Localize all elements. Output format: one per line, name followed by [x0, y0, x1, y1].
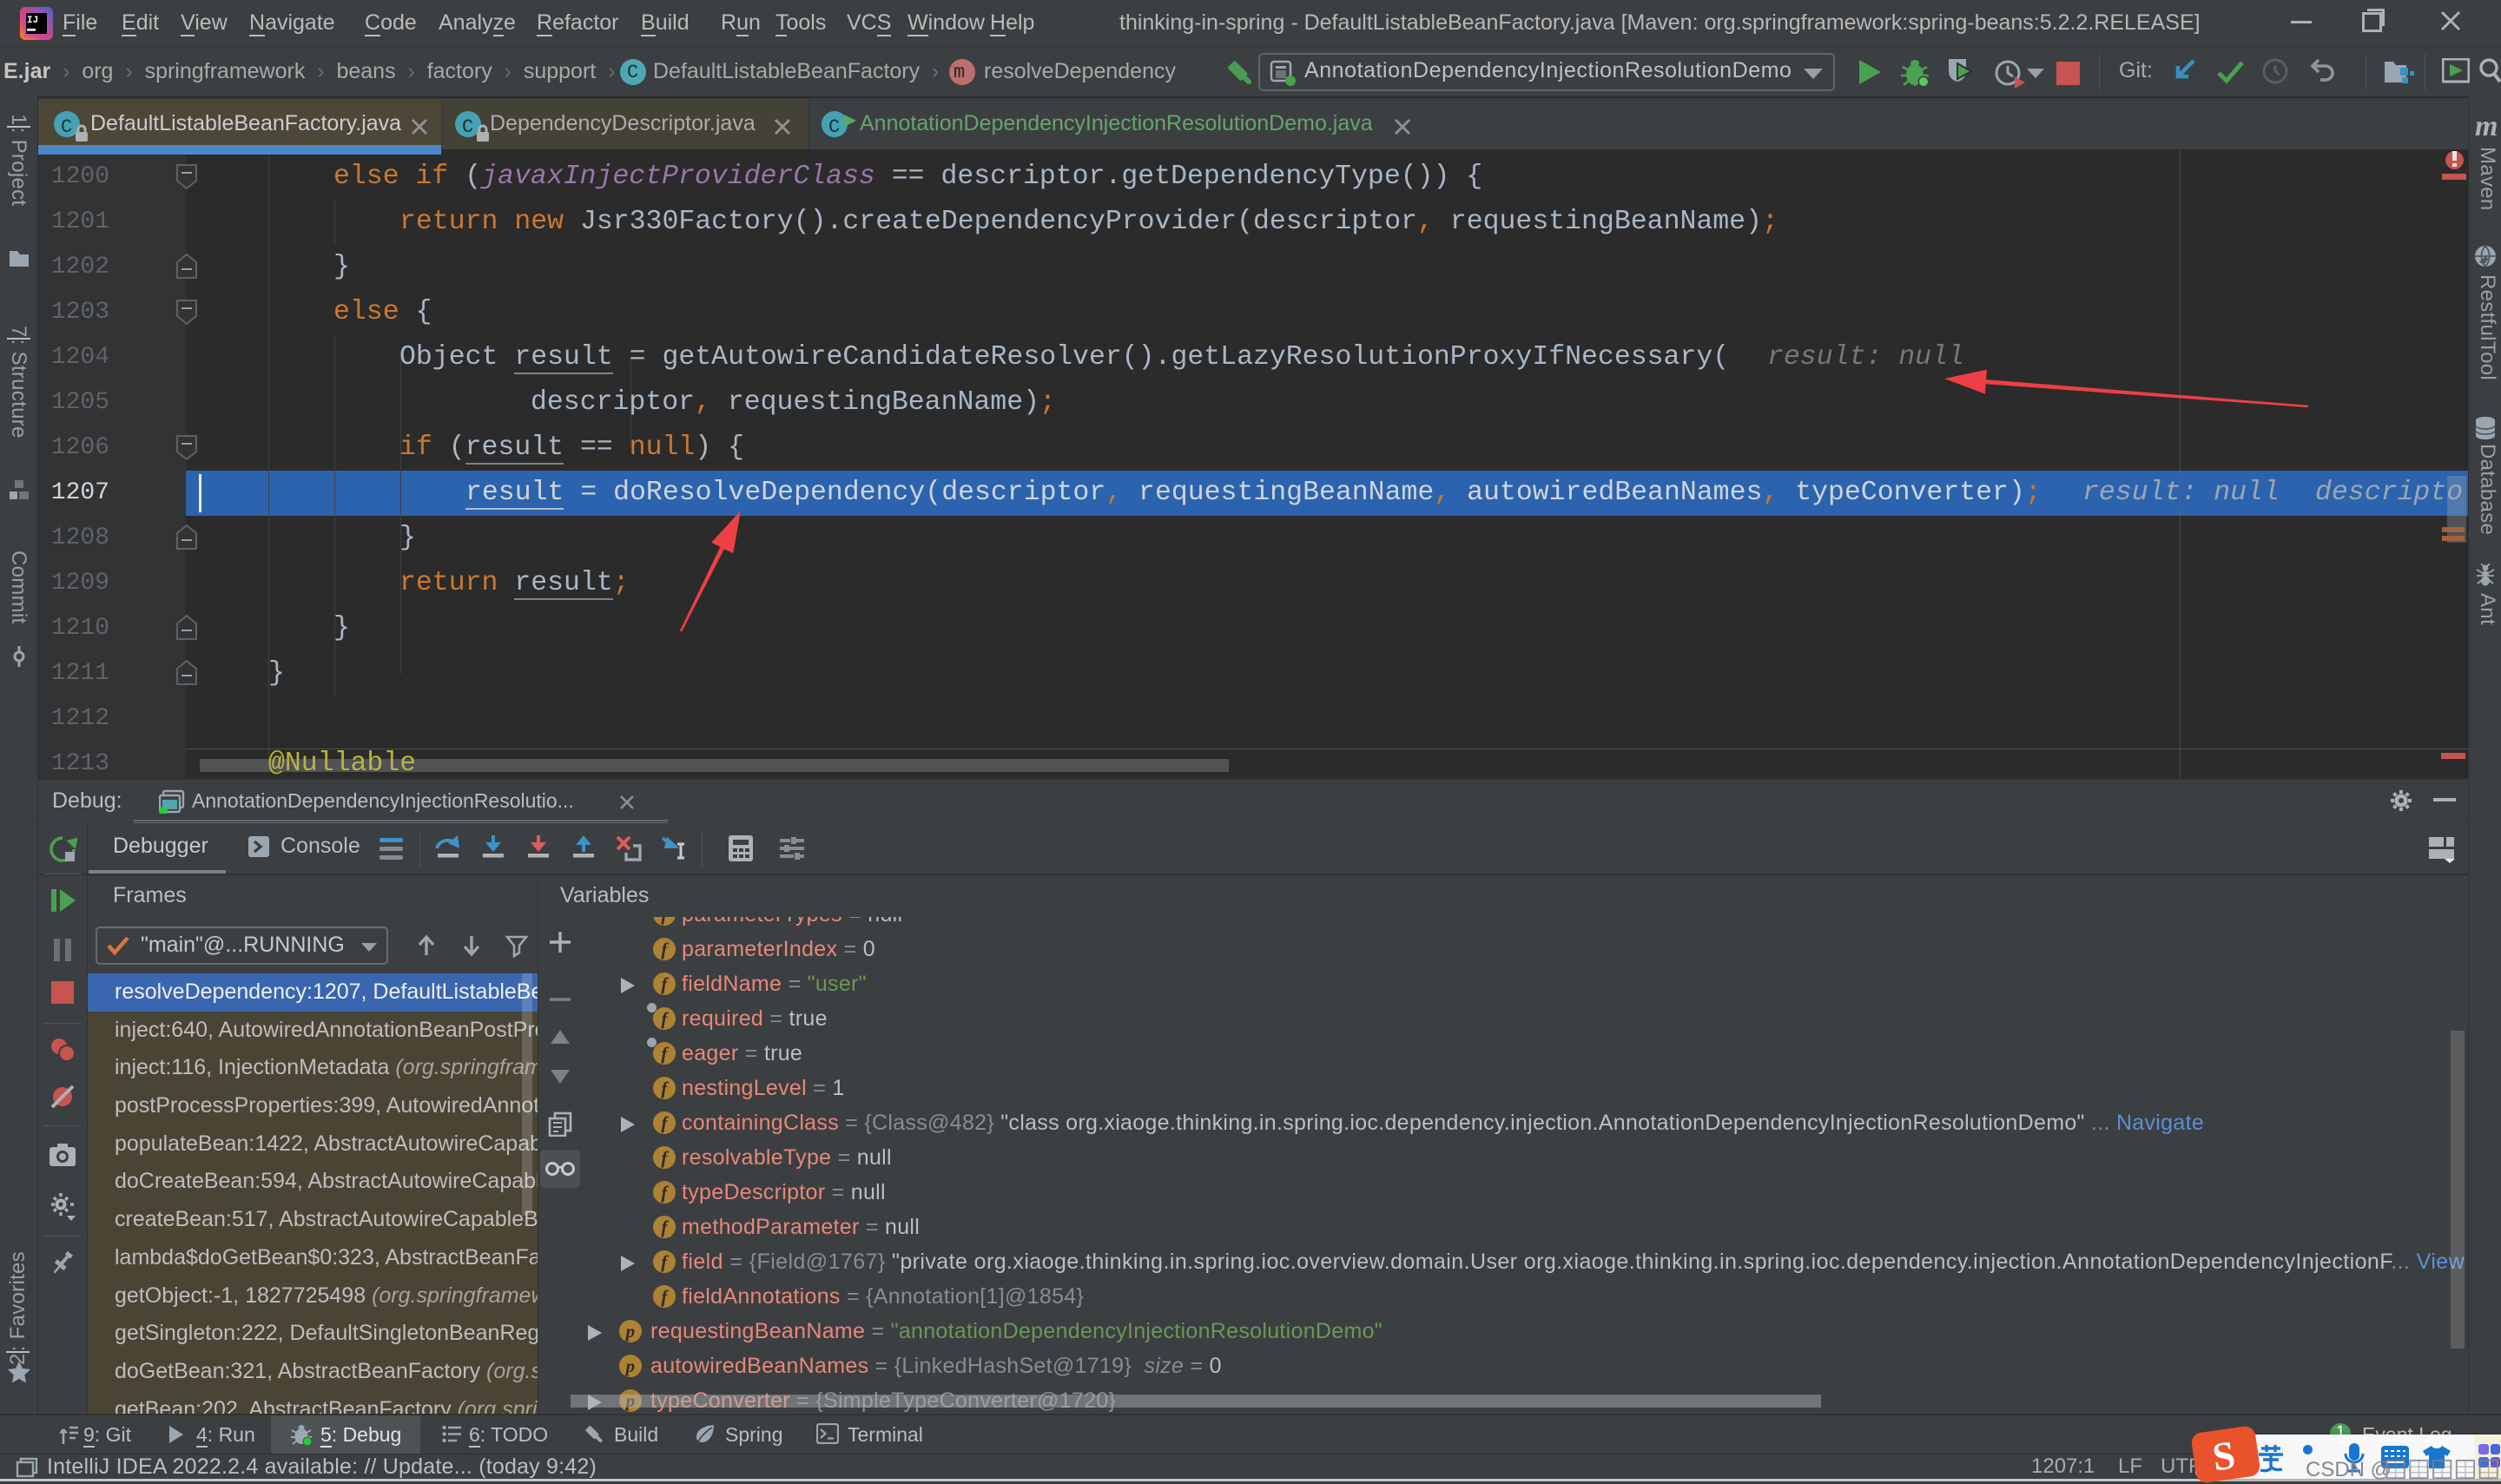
svg-text:C: C — [828, 116, 840, 138]
svg-text:C: C — [61, 116, 72, 138]
svg-text:C: C — [462, 116, 473, 138]
svg-text:IJ: IJ — [27, 16, 38, 26]
